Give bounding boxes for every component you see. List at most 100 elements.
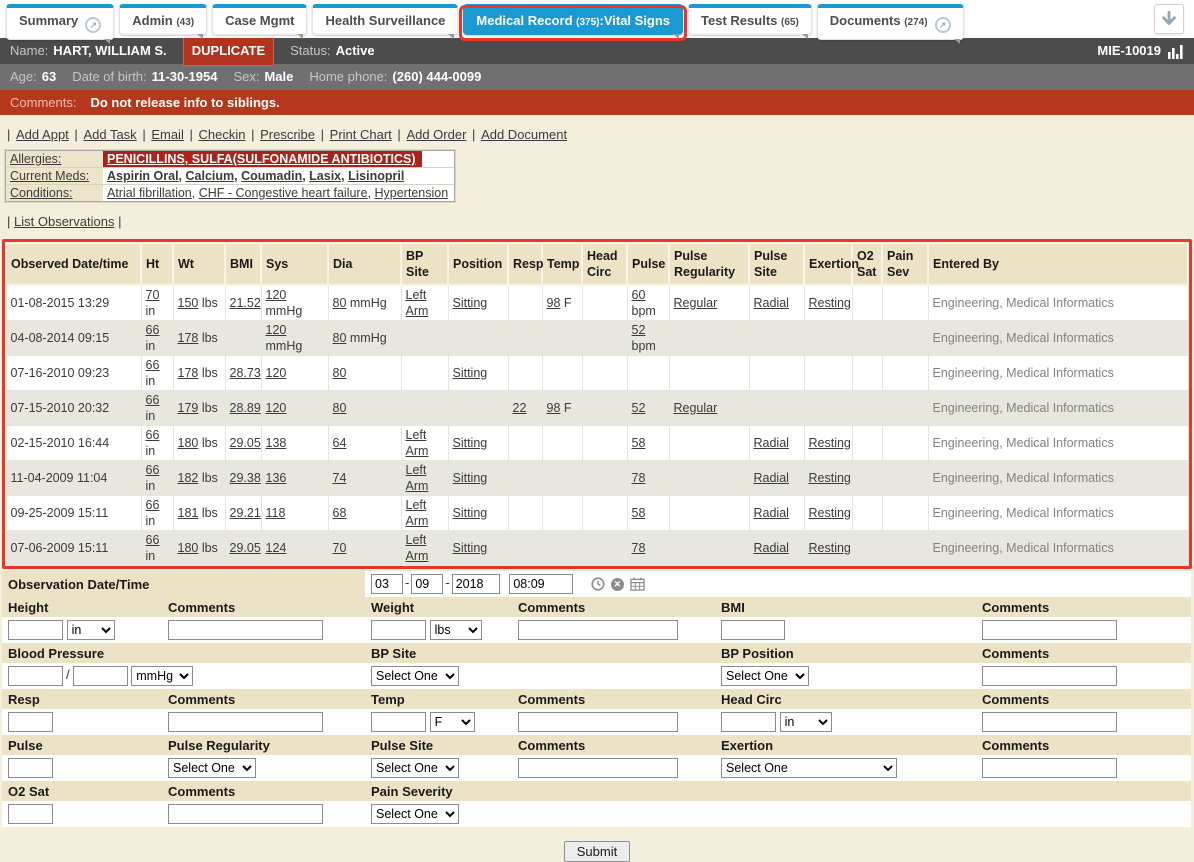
bp-unit-select[interactable]: mmHg (131, 666, 193, 686)
tab-medical-record-active[interactable]: Medical Record (375):Vital Signs (463, 4, 683, 35)
obs-value-link[interactable]: Resting (809, 541, 851, 555)
tab-test-results[interactable]: Test Results (65) (688, 4, 812, 35)
obs-value-link[interactable]: 98 (547, 296, 561, 310)
bp-position-select[interactable]: Select One (721, 666, 809, 686)
obs-value-link[interactable]: 98 (547, 401, 561, 415)
obs-value-link[interactable]: 179 (178, 401, 199, 415)
med-link[interactable]: Lasix (309, 169, 341, 183)
exertion-comments-input[interactable] (982, 758, 1117, 778)
resp-input[interactable] (8, 712, 53, 732)
resp-comments-input[interactable] (168, 712, 323, 732)
obs-value-link[interactable]: 68 (333, 506, 347, 520)
obs-value-link[interactable]: 136 (266, 471, 287, 485)
date-year-input[interactable] (452, 574, 500, 594)
obs-value-link[interactable]: 178 (178, 331, 199, 345)
obs-value-link[interactable]: Regular (674, 296, 718, 310)
tab-documents[interactable]: Documents (274)↗ (817, 4, 964, 40)
temp-unit-select[interactable]: F (430, 712, 475, 732)
add-order-link[interactable]: Add Order (406, 127, 466, 142)
clear-datetime-icon[interactable]: ✕ (611, 578, 624, 591)
bmi-comments-input[interactable] (982, 620, 1117, 640)
obs-value-link[interactable]: Resting (809, 296, 851, 310)
weight-input[interactable] (371, 620, 426, 640)
obs-value-link[interactable]: 29.21 (230, 506, 261, 520)
obs-value-link[interactable]: 150 (178, 296, 199, 310)
obs-value-link[interactable]: 66 (146, 323, 160, 337)
obs-value-link[interactable]: 66 (146, 358, 160, 372)
bar-chart-icon[interactable] (1167, 44, 1184, 59)
weight-comments-input[interactable] (518, 620, 678, 640)
obs-value-link[interactable]: 118 (266, 506, 286, 520)
time-input[interactable] (509, 574, 573, 594)
height-input[interactable] (8, 620, 63, 640)
obs-value-link[interactable]: 80 (333, 401, 347, 415)
obs-value-link[interactable]: 66 (146, 498, 160, 512)
o2-comments-input[interactable] (168, 804, 323, 824)
pulse-comments-input[interactable] (518, 758, 678, 778)
bp-comments-input[interactable] (982, 666, 1117, 686)
obs-value-link[interactable]: Radial (754, 541, 789, 555)
weight-unit-select[interactable]: lbs (430, 620, 482, 640)
obs-value-link[interactable]: Left Arm (406, 288, 429, 318)
submit-button[interactable]: Submit (564, 841, 630, 862)
obs-value-link[interactable]: 181 (178, 506, 199, 520)
obs-value-link[interactable]: Left Arm (406, 463, 429, 493)
med-link[interactable]: Aspirin Oral (107, 169, 179, 183)
obs-value-link[interactable]: 29.05 (230, 541, 261, 555)
obs-value-link[interactable]: Left Arm (406, 533, 429, 563)
obs-value-link[interactable]: 138 (266, 436, 287, 450)
popout-icon[interactable]: ↗ (935, 17, 951, 33)
obs-value-link[interactable]: 64 (333, 436, 347, 450)
bp-site-select[interactable]: Select One (371, 666, 459, 686)
obs-value-link[interactable]: 180 (178, 541, 199, 555)
tab-case-mgmt[interactable]: Case Mgmt (212, 4, 307, 35)
obs-value-link[interactable]: Resting (809, 436, 851, 450)
obs-value-link[interactable]: 70 (146, 288, 160, 302)
obs-value-link[interactable]: Sitting (453, 471, 488, 485)
print-chart-link[interactable]: Print Chart (330, 127, 392, 142)
obs-value-link[interactable]: 58 (632, 506, 646, 520)
email-link[interactable]: Email (151, 127, 184, 142)
obs-value-link[interactable]: 66 (146, 463, 160, 477)
obs-value-link[interactable]: 120 (266, 288, 287, 302)
obs-value-link[interactable]: 52 (632, 401, 646, 415)
height-unit-select[interactable]: in (67, 620, 115, 640)
obs-value-link[interactable]: 29.05 (230, 436, 261, 450)
obs-value-link[interactable]: 124 (266, 541, 287, 555)
obs-value-link[interactable]: Sitting (453, 506, 488, 520)
calendar-icon[interactable] (630, 577, 645, 591)
pain-severity-select[interactable]: Select One (371, 804, 459, 824)
obs-value-link[interactable]: Radial (754, 296, 789, 310)
bp-systolic-input[interactable] (8, 666, 63, 686)
obs-value-link[interactable]: 80 (333, 331, 347, 345)
obs-value-link[interactable]: Regular (674, 401, 718, 415)
allergies-label-link[interactable]: Allergies: (10, 152, 61, 166)
obs-value-link[interactable]: Left Arm (406, 428, 429, 458)
obs-value-link[interactable]: 66 (146, 428, 160, 442)
obs-value-link[interactable]: 120 (266, 323, 287, 337)
tab-health-surveillance[interactable]: Health Surveillance (312, 4, 458, 35)
obs-value-link[interactable]: 60 (632, 288, 646, 302)
add-task-link[interactable]: Add Task (83, 127, 136, 142)
med-link[interactable]: Coumadin (241, 169, 302, 183)
condition-link[interactable]: Atrial fibrillation (107, 186, 192, 200)
obs-value-link[interactable]: 29.38 (230, 471, 261, 485)
conditions-label-link[interactable]: Conditions: (10, 186, 73, 200)
bp-diastolic-input[interactable] (73, 666, 128, 686)
head-circ-input[interactable] (721, 712, 776, 732)
obs-value-link[interactable]: 28.89 (230, 401, 261, 415)
obs-value-link[interactable]: 78 (632, 541, 646, 555)
obs-value-link[interactable]: 78 (632, 471, 646, 485)
tab-summary[interactable]: Summary↗ (6, 4, 114, 40)
med-link[interactable]: Calcium (186, 169, 235, 183)
med-link[interactable]: Lisinopril (348, 169, 404, 183)
obs-value-link[interactable]: 80 (333, 366, 347, 380)
obs-value-link[interactable]: 66 (146, 393, 160, 407)
pulse-regularity-select[interactable]: Select One (168, 758, 256, 778)
obs-value-link[interactable]: 70 (333, 541, 347, 555)
popout-icon[interactable]: ↗ (85, 17, 101, 33)
checkin-link[interactable]: Checkin (198, 127, 245, 142)
obs-value-link[interactable]: Radial (754, 506, 789, 520)
height-comments-input[interactable] (168, 620, 323, 640)
obs-value-link[interactable]: 120 (266, 401, 287, 415)
